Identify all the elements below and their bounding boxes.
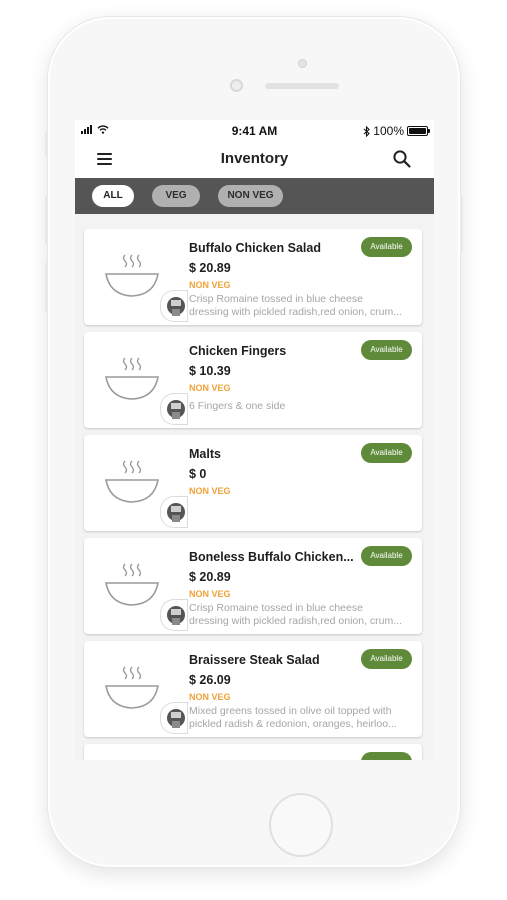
chef-avatar xyxy=(161,497,187,527)
battery-percent: 100% xyxy=(373,124,404,138)
item-type: NON VEG xyxy=(189,486,231,496)
item-description: Mixed greens tossed in olive oil topped … xyxy=(189,705,397,730)
status-bar: 9:41 AM 100% xyxy=(75,120,434,142)
item-price: $ 10.39 xyxy=(189,364,231,378)
battery-icon xyxy=(407,126,430,136)
list-item[interactable]: Malts $ 0 NON VEG Available xyxy=(84,435,422,531)
item-name: Boneless Buffalo Chicken... xyxy=(189,550,354,564)
status-badge[interactable]: Available xyxy=(361,340,412,360)
app-screen: 9:41 AM 100% Inventory ALL VEG NON VEG B… xyxy=(75,120,434,760)
status-right: 100% xyxy=(363,124,430,138)
inventory-list: Buffalo Chicken Salad $ 20.89 NON VEG Cr… xyxy=(75,214,434,760)
list-item[interactable]: Chicken Fingers $ 10.39 NON VEG 6 Finger… xyxy=(84,332,422,428)
list-item[interactable] xyxy=(84,744,422,760)
item-price: $ 20.89 xyxy=(189,261,231,275)
volume-up-button xyxy=(45,195,48,245)
chef-avatar xyxy=(161,703,187,733)
item-price: $ 0 xyxy=(189,467,207,481)
chef-avatar xyxy=(161,291,187,321)
status-badge[interactable]: Available xyxy=(361,546,412,566)
volume-down-button xyxy=(45,262,48,312)
item-type: NON VEG xyxy=(189,280,231,290)
filter-bar: ALL VEG NON VEG xyxy=(75,178,434,214)
item-price: $ 20.89 xyxy=(189,570,231,584)
list-item[interactable]: Buffalo Chicken Salad $ 20.89 NON VEG Cr… xyxy=(84,229,422,325)
status-badge[interactable]: Available xyxy=(361,443,412,463)
filter-non-veg-chip[interactable]: NON VEG xyxy=(218,185,283,207)
list-item[interactable]: Braissere Steak Salad $ 26.09 NON VEG Mi… xyxy=(84,641,422,737)
bluetooth-icon xyxy=(363,125,371,137)
item-description: 6 Fingers & one side xyxy=(189,400,286,412)
search-icon[interactable] xyxy=(392,149,412,169)
home-button[interactable] xyxy=(269,793,333,857)
item-description: Crisp Romaine tossed in blue cheese dres… xyxy=(189,293,403,318)
page-title: Inventory xyxy=(220,150,289,167)
filter-veg-chip[interactable]: VEG xyxy=(152,185,200,207)
sensor-icon xyxy=(230,79,243,92)
item-name: Braissere Steak Salad xyxy=(189,653,320,667)
list-item[interactable]: Boneless Buffalo Chicken... $ 20.89 NON … xyxy=(84,538,422,634)
status-badge[interactable]: Available xyxy=(361,237,412,257)
item-name: Malts xyxy=(189,447,221,461)
status-badge[interactable] xyxy=(361,752,412,760)
item-type: NON VEG xyxy=(189,589,231,599)
status-badge[interactable]: Available xyxy=(361,649,412,669)
item-type: NON VEG xyxy=(189,692,231,702)
power-button xyxy=(460,196,463,252)
item-type: NON VEG xyxy=(189,383,231,393)
camera-icon xyxy=(298,59,307,68)
item-name: Chicken Fingers xyxy=(189,344,287,358)
side-button xyxy=(45,130,48,158)
item-name: Buffalo Chicken Salad xyxy=(189,241,321,255)
nav-bar: Inventory xyxy=(75,142,434,178)
item-description: Crisp Romaine tossed in blue cheese dres… xyxy=(189,602,403,627)
filter-all-chip[interactable]: ALL xyxy=(92,185,134,207)
chef-avatar xyxy=(161,394,187,424)
speaker-grille xyxy=(265,83,339,89)
item-price: $ 26.09 xyxy=(189,673,231,687)
chef-avatar xyxy=(161,600,187,630)
